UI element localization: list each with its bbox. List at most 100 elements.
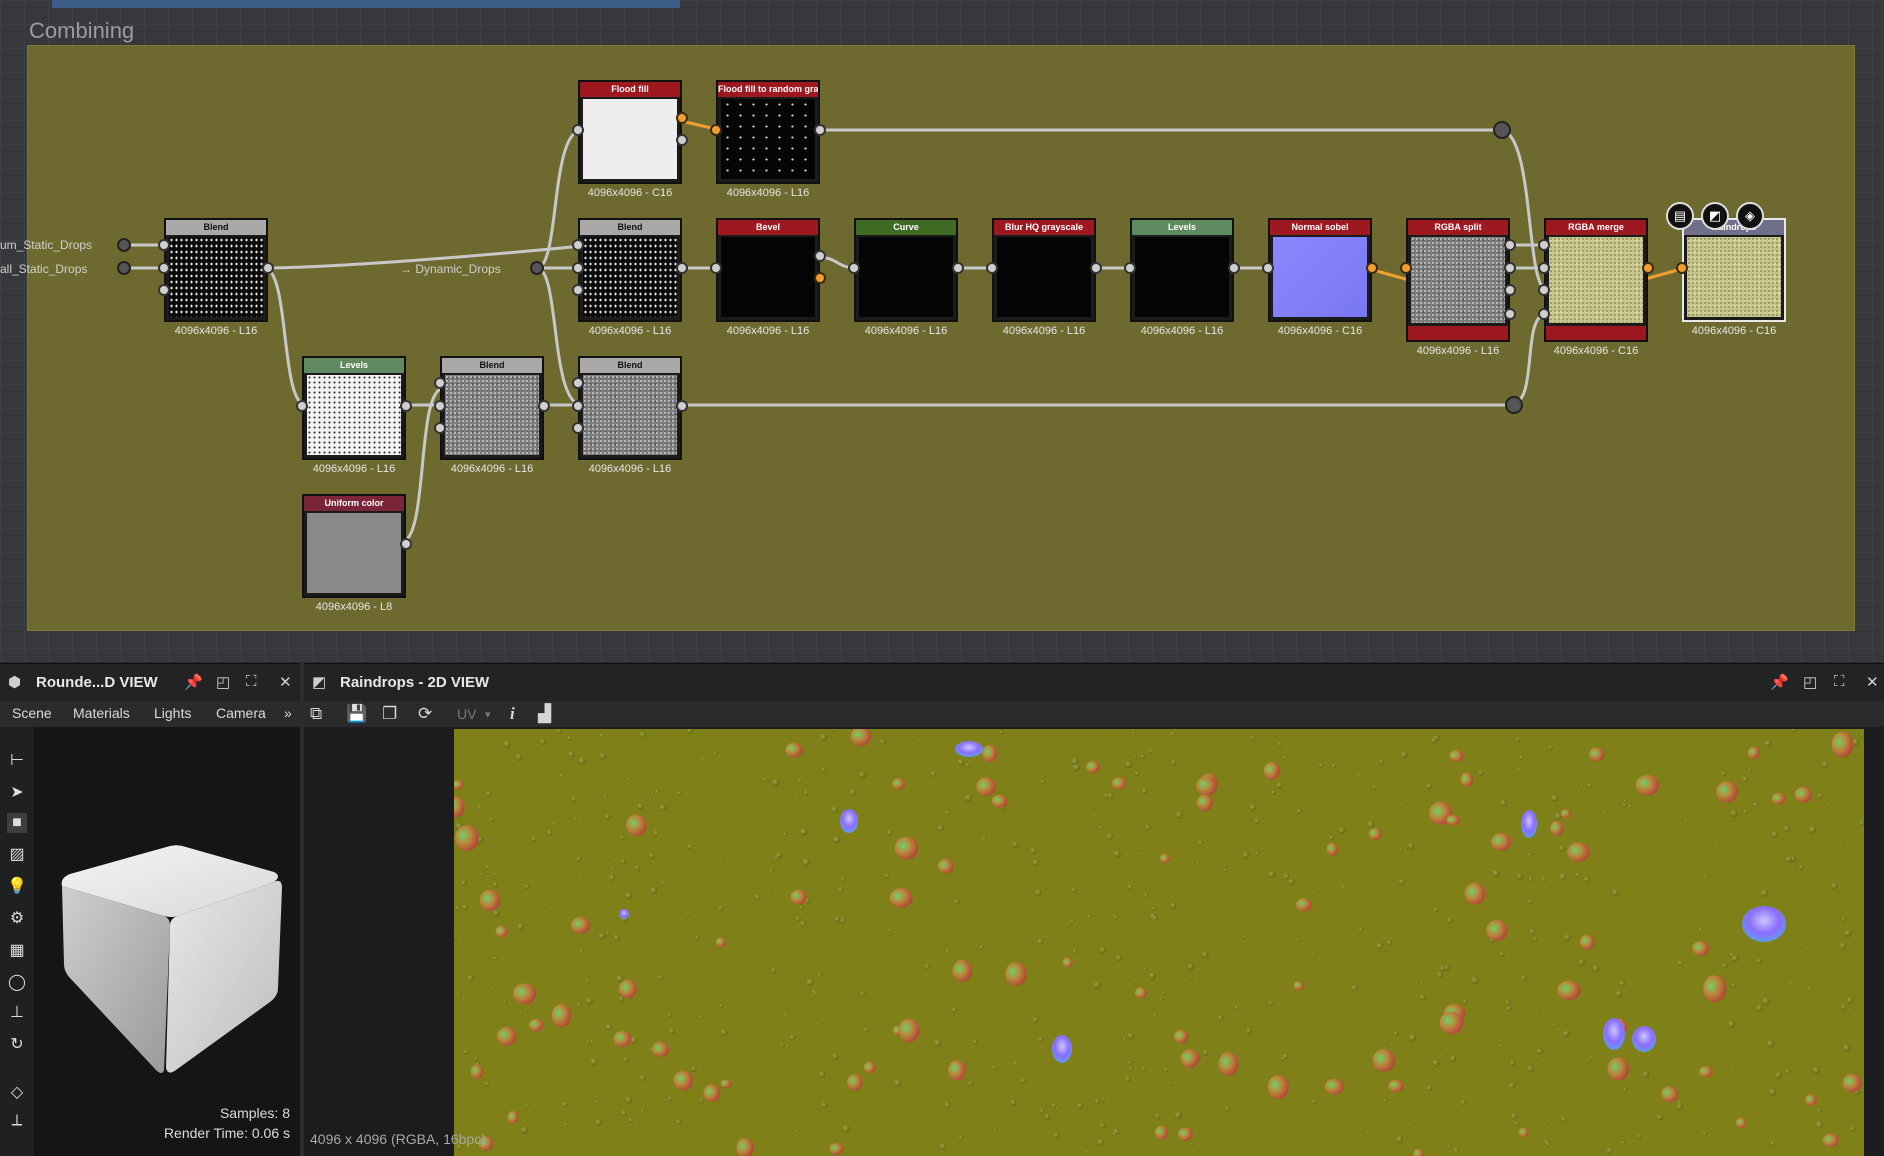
output-port[interactable] xyxy=(814,250,826,262)
input-port[interactable] xyxy=(572,262,584,274)
node-levels2[interactable]: Levels xyxy=(1130,218,1234,322)
maximize-icon[interactable]: ⛶ xyxy=(246,673,257,690)
output-port[interactable] xyxy=(1504,239,1516,251)
input-port[interactable] xyxy=(848,262,860,274)
close-icon[interactable]: ✕ xyxy=(1866,673,1879,691)
input-port[interactable] xyxy=(434,400,446,412)
output-port[interactable] xyxy=(400,400,412,412)
node-blend1[interactable]: Blend xyxy=(164,218,268,322)
close-icon[interactable]: ✕ xyxy=(279,673,292,691)
maximize-icon[interactable]: ⛶ xyxy=(1834,673,1845,690)
node-flood[interactable]: Flood fill xyxy=(578,80,682,184)
node-blend2[interactable]: Blend xyxy=(578,218,682,322)
raindrops-texture-preview[interactable] xyxy=(454,729,1864,1156)
output-port[interactable] xyxy=(676,134,688,146)
input-port[interactable] xyxy=(158,284,170,296)
input-port[interactable] xyxy=(572,124,584,136)
input-port[interactable] xyxy=(1124,262,1136,274)
output-port[interactable] xyxy=(814,124,826,136)
output-port[interactable] xyxy=(1504,284,1516,296)
output-port[interactable] xyxy=(1504,308,1516,320)
document-icon[interactable]: ▤ xyxy=(1666,202,1694,230)
node-sobel[interactable]: Normal sobel xyxy=(1268,218,1372,322)
menu-materials[interactable]: Materials xyxy=(73,705,130,721)
camera-icon[interactable]: ■ xyxy=(7,813,27,833)
output-port[interactable] xyxy=(676,400,688,412)
output-port[interactable] xyxy=(1228,262,1240,274)
pin-icon[interactable]: 📌 xyxy=(184,673,203,691)
info-icon[interactable]: i xyxy=(510,704,515,724)
output-port[interactable] xyxy=(538,400,550,412)
node-blend4[interactable]: Blend xyxy=(578,356,682,460)
output-port[interactable] xyxy=(676,262,688,274)
output-port[interactable] xyxy=(814,272,826,284)
save-icon[interactable]: 💾 xyxy=(346,704,367,724)
input-port[interactable] xyxy=(158,239,170,251)
export-icon[interactable]: ⧉ xyxy=(310,704,322,724)
output-port[interactable] xyxy=(262,262,274,274)
input-port[interactable] xyxy=(986,262,998,274)
input-socket-dynamic-drops[interactable] xyxy=(530,261,544,275)
input-socket-small-static-drops[interactable] xyxy=(117,261,131,275)
menu-more[interactable]: » xyxy=(284,705,292,721)
2d-view-icon[interactable]: ◩ xyxy=(1701,202,1729,230)
node-levels1[interactable]: Levels xyxy=(302,356,406,460)
input-port[interactable] xyxy=(572,239,584,251)
uv-dropdown-chevron-icon[interactable]: ▾ xyxy=(485,708,491,721)
histogram-icon[interactable]: ▟ xyxy=(538,704,551,724)
node-blurhq[interactable]: Blur HQ grayscale xyxy=(992,218,1096,322)
node-split[interactable]: RGBA split xyxy=(1406,218,1510,342)
light-bulb-icon[interactable]: 💡 xyxy=(7,877,27,897)
node-merge[interactable]: RGBA merge xyxy=(1544,218,1648,342)
select-arrow-icon[interactable]: ➤ xyxy=(7,783,27,803)
input-port[interactable] xyxy=(1538,308,1550,320)
input-port[interactable] xyxy=(1538,262,1550,274)
input-socket-medium-static-drops[interactable] xyxy=(117,238,131,252)
float-icon[interactable]: ◰ xyxy=(216,673,230,691)
node-graph-canvas[interactable]: Combining um_Static_Drops all_Static_Dro… xyxy=(0,0,1884,662)
input-port[interactable] xyxy=(1538,239,1550,251)
input-port[interactable] xyxy=(296,400,308,412)
input-port[interactable] xyxy=(572,400,584,412)
output-port[interactable] xyxy=(1090,262,1102,274)
node-bevel[interactable]: Bevel xyxy=(716,218,820,322)
node-curve[interactable]: Curve xyxy=(854,218,958,322)
output-port[interactable] xyxy=(1642,262,1654,274)
environment-icon[interactable]: ▨ xyxy=(7,845,27,865)
refresh-icon[interactable]: ⟳ xyxy=(418,704,432,724)
node-output[interactable]: Raindrops xyxy=(1682,218,1786,322)
3d-view-icon[interactable]: ◈ xyxy=(1736,202,1764,230)
hierarchy-icon[interactable]: ⊢ xyxy=(7,751,27,771)
float-icon[interactable]: ◰ xyxy=(1803,673,1817,691)
geometry-icon[interactable]: ◯ xyxy=(7,973,27,993)
uv-toggle[interactable]: UV xyxy=(457,706,476,722)
output-port[interactable] xyxy=(952,262,964,274)
input-port[interactable] xyxy=(572,284,584,296)
output-port[interactable] xyxy=(400,538,412,550)
input-port[interactable] xyxy=(158,262,170,274)
stamp-icon[interactable]: ⊥ xyxy=(7,1003,27,1023)
input-port[interactable] xyxy=(1262,262,1274,274)
input-port[interactable] xyxy=(1538,284,1550,296)
rotate-icon[interactable]: ↻ xyxy=(7,1035,27,1055)
output-port[interactable] xyxy=(1504,262,1516,274)
input-port[interactable] xyxy=(710,262,722,274)
output-port[interactable] xyxy=(1366,262,1378,274)
input-port[interactable] xyxy=(434,422,446,434)
menu-scene[interactable]: Scene xyxy=(12,705,52,721)
node-blend3[interactable]: Blend xyxy=(440,356,544,460)
output-port[interactable] xyxy=(676,112,688,124)
copy-icon[interactable]: ❐ xyxy=(382,704,397,724)
menu-lights[interactable]: Lights xyxy=(154,705,191,721)
menu-camera[interactable]: Camera xyxy=(216,705,266,721)
input-port[interactable] xyxy=(1676,262,1688,274)
input-port[interactable] xyxy=(572,377,584,389)
node-floodrand[interactable]: Flood fill to random gra... xyxy=(716,80,820,184)
input-port[interactable] xyxy=(434,377,446,389)
input-port[interactable] xyxy=(572,422,584,434)
input-port[interactable] xyxy=(710,124,722,136)
settings-gear-icon[interactable]: ⚙ xyxy=(7,909,27,929)
node-uniform[interactable]: Uniform color xyxy=(302,494,406,598)
material-icon[interactable]: ▦ xyxy=(7,941,27,961)
axes-icon[interactable]: ⟂ xyxy=(7,1111,27,1131)
